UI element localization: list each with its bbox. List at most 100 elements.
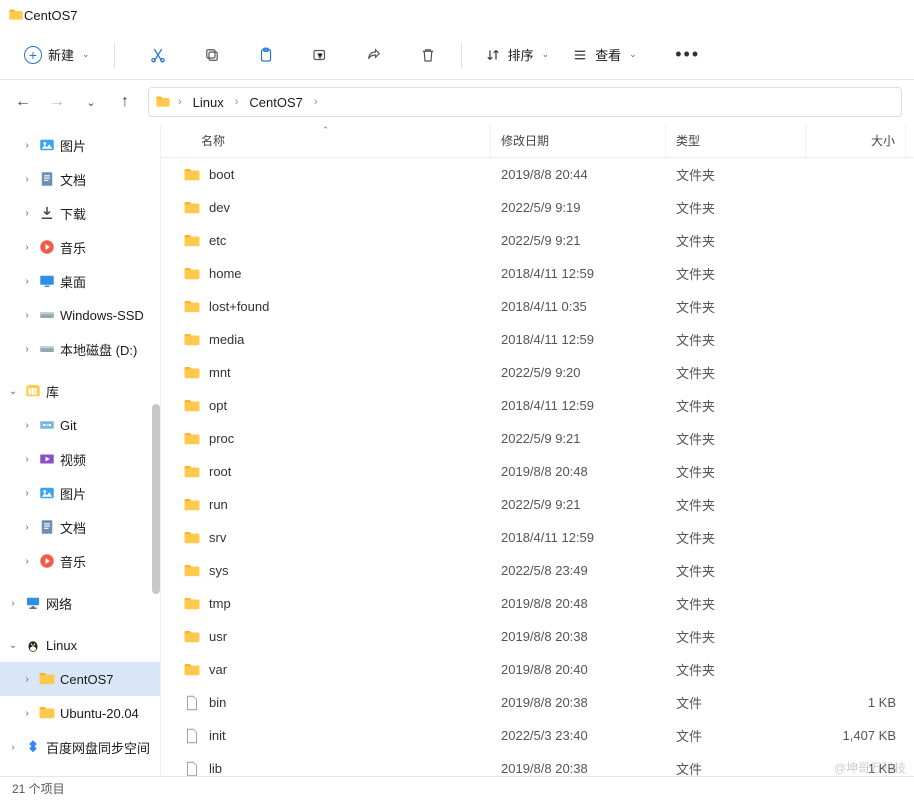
sidebar-item[interactable]: › 本地磁盘 (D:) [0, 332, 160, 366]
column-name[interactable]: ⌃名称 [161, 124, 491, 157]
chevron-icon[interactable]: ⌄ [6, 386, 20, 397]
folder-icon [183, 364, 201, 382]
table-row[interactable]: tmp 2019/8/8 20:48 文件夹 [161, 587, 914, 620]
library-icon [24, 382, 42, 400]
table-row[interactable]: opt 2018/4/11 12:59 文件夹 [161, 389, 914, 422]
chevron-right-icon[interactable]: › [311, 96, 321, 108]
table-row[interactable]: lib 2019/8/8 20:38 文件 1 KB [161, 752, 914, 776]
chevron-icon[interactable]: › [20, 242, 34, 253]
sidebar-item[interactable]: › 文档 [0, 162, 160, 196]
cell-type: 文件夹 [666, 264, 806, 283]
sidebar-item[interactable]: › 音乐 [0, 230, 160, 264]
table-row[interactable]: var 2019/8/8 20:40 文件夹 [161, 653, 914, 686]
share-button[interactable] [355, 37, 393, 73]
table-row[interactable]: dev 2022/5/9 9:19 文件夹 [161, 191, 914, 224]
table-row[interactable]: proc 2022/5/9 9:21 文件夹 [161, 422, 914, 455]
table-row[interactable]: srv 2018/4/11 12:59 文件夹 [161, 521, 914, 554]
delete-button[interactable] [409, 37, 447, 73]
table-row[interactable]: media 2018/4/11 12:59 文件夹 [161, 323, 914, 356]
up-button[interactable]: ↑ [114, 91, 136, 113]
sidebar-item[interactable]: › Ubuntu-20.04 [0, 696, 160, 730]
new-button[interactable]: + 新建 ⌄ [14, 39, 100, 70]
column-date[interactable]: 修改日期 [491, 124, 666, 157]
sidebar-item[interactable]: › Git [0, 408, 160, 442]
chevron-icon[interactable]: › [20, 208, 34, 219]
sidebar-item[interactable]: › 下载 [0, 196, 160, 230]
file-name: boot [209, 167, 234, 182]
chevron-icon[interactable]: › [20, 708, 34, 719]
sidebar-item[interactable]: › 图片 [0, 476, 160, 510]
chevron-icon[interactable]: › [20, 556, 34, 567]
cell-name: usr [161, 628, 491, 646]
sidebar-item[interactable]: › 网络 [0, 586, 160, 620]
table-row[interactable]: root 2019/8/8 20:48 文件夹 [161, 455, 914, 488]
table-row[interactable]: etc 2022/5/9 9:21 文件夹 [161, 224, 914, 257]
chevron-right-icon[interactable]: › [175, 96, 185, 108]
chevron-icon[interactable]: › [20, 454, 34, 465]
documents-icon [38, 518, 56, 536]
back-button[interactable]: ← [12, 91, 34, 113]
sidebar-item[interactable]: › 视频 [0, 442, 160, 476]
chevron-icon[interactable]: › [20, 276, 34, 287]
column-type[interactable]: 类型 [666, 124, 806, 157]
cell-name: bin [161, 694, 491, 712]
forward-button[interactable]: → [46, 91, 68, 113]
table-row[interactable]: init 2022/5/3 23:40 文件 1,407 KB [161, 719, 914, 752]
sidebar-item[interactable]: › 文档 [0, 510, 160, 544]
sidebar-item[interactable]: › 桌面 [0, 264, 160, 298]
table-row[interactable]: run 2022/5/9 9:21 文件夹 [161, 488, 914, 521]
sidebar-item[interactable]: ⌄ Linux [0, 628, 160, 662]
chevron-icon[interactable]: ⌄ [6, 640, 20, 651]
cell-type: 文件夹 [666, 660, 806, 679]
cell-date: 2019/8/8 20:38 [491, 629, 666, 644]
chevron-icon[interactable]: › [6, 598, 20, 609]
file-name: bin [209, 695, 226, 710]
table-row[interactable]: sys 2022/5/8 23:49 文件夹 [161, 554, 914, 587]
cell-name: home [161, 265, 491, 283]
chevron-right-icon[interactable]: › [232, 96, 242, 108]
cell-type: 文件夹 [666, 198, 806, 217]
sidebar-item-label: 文档 [60, 518, 86, 537]
column-type-label: 类型 [676, 132, 700, 149]
scrollbar-thumb[interactable] [152, 404, 160, 594]
view-button[interactable]: 查看 ⌄ [563, 39, 645, 70]
downloads-icon [38, 204, 56, 222]
table-row[interactable]: mnt 2022/5/9 9:20 文件夹 [161, 356, 914, 389]
breadcrumb-segment[interactable]: Linux [189, 93, 228, 112]
chevron-icon[interactable]: › [6, 742, 20, 753]
sidebar-item-label: 图片 [60, 136, 86, 155]
chevron-icon[interactable]: › [20, 488, 34, 499]
window-title: CentOS7 [24, 8, 77, 23]
paste-button[interactable] [247, 37, 285, 73]
sidebar-item[interactable]: › CentOS7 [0, 662, 160, 696]
breadcrumb[interactable]: › Linux › CentOS7 › [148, 87, 902, 117]
chevron-icon[interactable]: › [20, 344, 34, 355]
rename-button[interactable] [301, 37, 339, 73]
copy-button[interactable] [193, 37, 231, 73]
sidebar-item[interactable]: › 音乐 [0, 544, 160, 578]
chevron-icon[interactable]: › [20, 522, 34, 533]
chevron-icon[interactable]: › [20, 140, 34, 151]
more-button[interactable]: ••• [669, 37, 707, 73]
table-row[interactable]: home 2018/4/11 12:59 文件夹 [161, 257, 914, 290]
table-row[interactable]: usr 2019/8/8 20:38 文件夹 [161, 620, 914, 653]
chevron-icon[interactable]: › [20, 310, 34, 321]
chevron-icon[interactable]: › [20, 674, 34, 685]
sidebar-item[interactable]: ⌄ 库 [0, 374, 160, 408]
sidebar-item[interactable]: › 百度网盘同步空间 [0, 730, 160, 764]
chevron-icon[interactable]: › [20, 420, 34, 431]
recent-button[interactable]: ⌄ [80, 91, 102, 113]
cell-name: boot [161, 166, 491, 184]
table-row[interactable]: bin 2019/8/8 20:38 文件 1 KB [161, 686, 914, 719]
chevron-icon[interactable]: › [20, 174, 34, 185]
sort-button[interactable]: 排序 ⌄ [476, 39, 558, 70]
sidebar-item[interactable]: › Windows-SSD [0, 298, 160, 332]
column-size[interactable]: 大小 [806, 124, 906, 157]
cut-button[interactable] [139, 37, 177, 73]
cell-date: 2022/5/9 9:20 [491, 365, 666, 380]
table-row[interactable]: lost+found 2018/4/11 0:35 文件夹 [161, 290, 914, 323]
table-row[interactable]: boot 2019/8/8 20:44 文件夹 [161, 158, 914, 191]
sidebar-item[interactable]: › 图片 [0, 128, 160, 162]
sidebar-item-label: 文档 [60, 170, 86, 189]
breadcrumb-segment[interactable]: CentOS7 [245, 93, 306, 112]
